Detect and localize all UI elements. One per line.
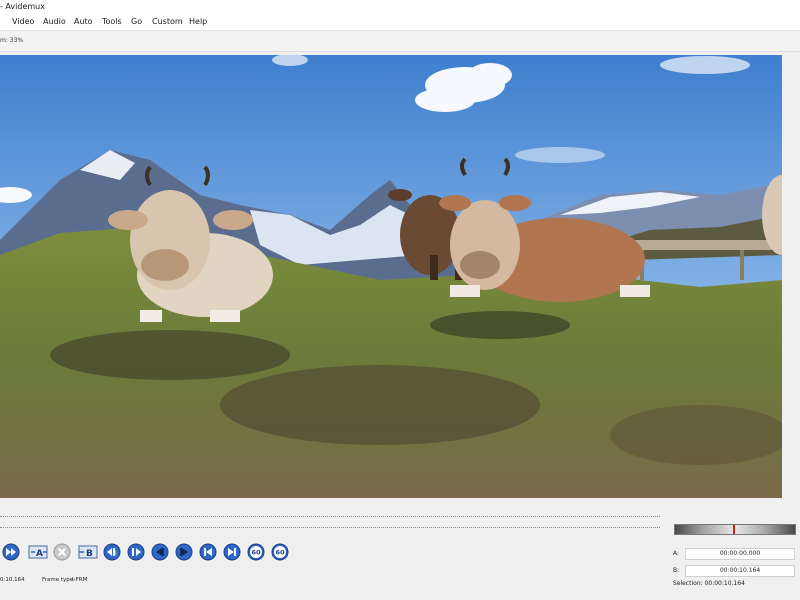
- menu-audio[interactable]: Audio: [41, 14, 68, 30]
- marker-b-time: 00:00:10.164: [685, 565, 795, 577]
- forward-60s-label: 60: [275, 549, 285, 557]
- menu-video[interactable]: Video: [10, 14, 36, 30]
- zoom-level: m: 33%: [0, 37, 24, 44]
- go-to-last-frame-button[interactable]: [223, 543, 241, 561]
- fast-forward-button[interactable]: [2, 543, 20, 561]
- delete-icon: [53, 543, 71, 561]
- back-60s-icon: 60: [247, 543, 265, 561]
- set-marker-b-icon: B: [78, 545, 98, 559]
- marker-a-time: 00:00:00.000: [685, 548, 795, 560]
- previous-intra-frame-icon: I: [103, 543, 121, 561]
- title-bar: - Avidemux: [0, 0, 800, 14]
- next-intra-frame-button[interactable]: [127, 543, 145, 561]
- marker-b-label: B: [86, 549, 93, 559]
- timeline-track-bottom: [0, 527, 660, 528]
- back-60s-button[interactable]: 60: [247, 543, 265, 561]
- toolbar: m: 33%: [0, 31, 800, 52]
- back-60s-label: 60: [251, 549, 261, 557]
- marker-a-label: A: [36, 549, 43, 559]
- selection-duration: Selection: 00:00:10.164: [673, 580, 745, 587]
- timeline-track-top: [0, 516, 660, 517]
- video-preview: [0, 55, 782, 498]
- window-title: - Avidemux: [0, 2, 45, 11]
- slider-marker[interactable]: [733, 525, 735, 534]
- menu-go[interactable]: Go: [129, 14, 144, 30]
- current-time: 0:10.164: [0, 577, 25, 583]
- marker-a-label-text: A:: [673, 550, 680, 557]
- previous-frame-button[interactable]: [151, 543, 169, 561]
- volume-slider[interactable]: [674, 524, 796, 535]
- next-frame-button[interactable]: [175, 543, 193, 561]
- frame-type-value: I-FRM: [72, 577, 88, 583]
- forward-60s-icon: 60: [271, 543, 289, 561]
- video-frame-image: [0, 55, 782, 498]
- go-to-first-frame-icon: [199, 543, 217, 561]
- frame-type-label: Frame type:: [42, 577, 76, 583]
- delete-button[interactable]: [53, 543, 71, 561]
- menu-help[interactable]: Help: [187, 14, 209, 30]
- svg-text:I: I: [115, 550, 117, 557]
- previous-intra-frame-button[interactable]: I: [103, 543, 121, 561]
- forward-60s-button[interactable]: 60: [271, 543, 289, 561]
- menu-tools[interactable]: Tools: [100, 14, 124, 30]
- menu-custom[interactable]: Custom: [150, 14, 185, 30]
- set-marker-b-button[interactable]: B: [78, 543, 98, 561]
- set-marker-a-button[interactable]: A: [28, 543, 48, 561]
- next-intra-frame-icon: [127, 543, 145, 561]
- marker-b-label-text: B:: [673, 567, 680, 574]
- fast-forward-icon: [2, 543, 20, 561]
- set-marker-a-icon: A: [28, 545, 48, 559]
- menu-auto[interactable]: Auto: [72, 14, 95, 30]
- next-frame-icon: [175, 543, 193, 561]
- previous-frame-icon: [151, 543, 169, 561]
- menu-bar: Video Audio Auto Tools Go Custom Help: [0, 14, 800, 31]
- go-to-first-frame-button[interactable]: [199, 543, 217, 561]
- timeline[interactable]: [0, 507, 662, 539]
- go-to-last-frame-icon: [223, 543, 241, 561]
